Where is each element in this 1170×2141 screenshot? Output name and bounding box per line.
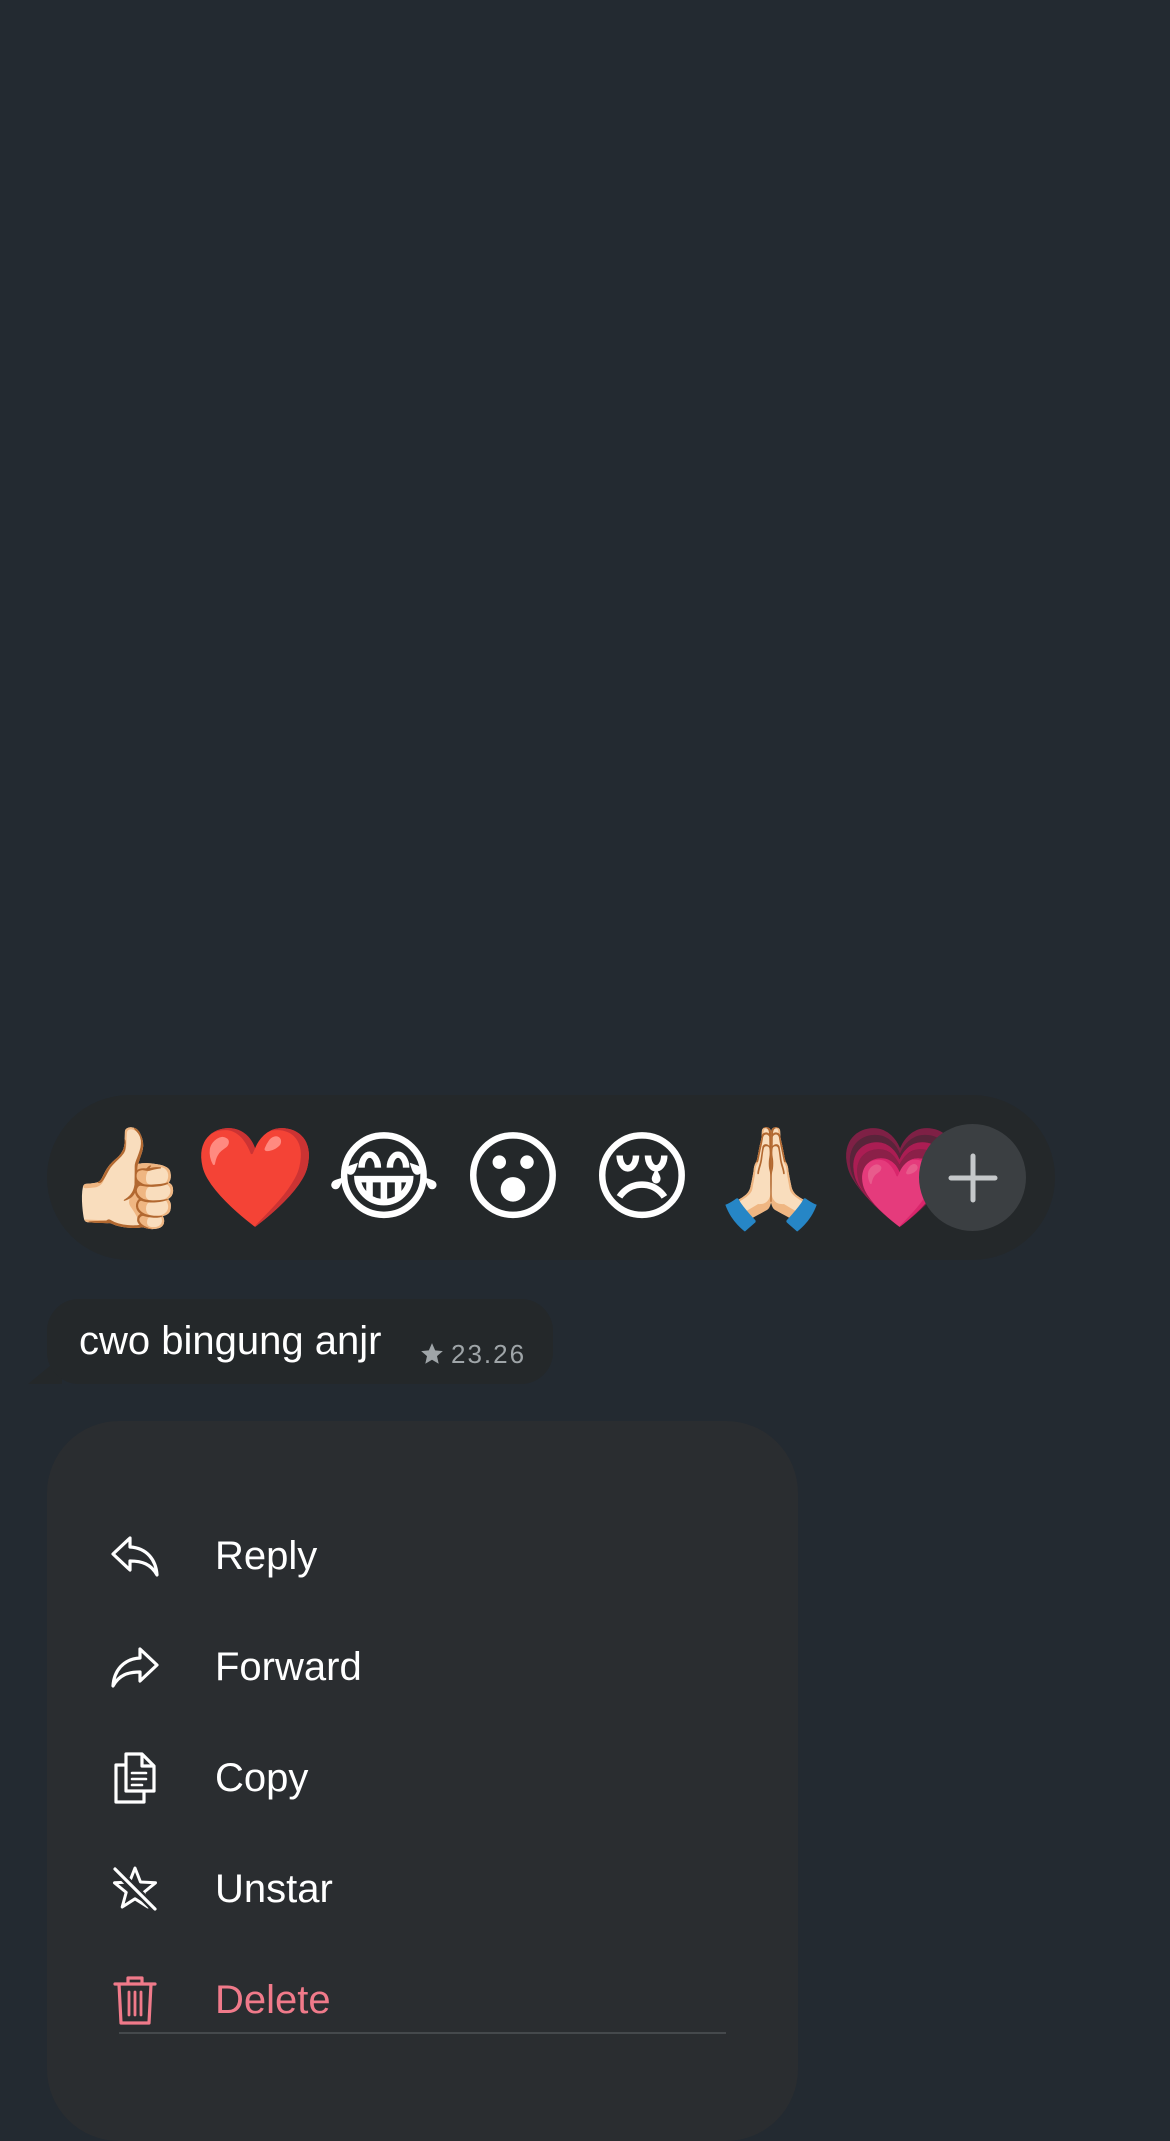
message-meta: 23.26 (419, 1339, 526, 1369)
menu-item-delete[interactable]: Delete (107, 1950, 727, 2050)
menu-item-copy[interactable]: Copy (107, 1728, 727, 1828)
menu-label-copy: Copy (215, 1756, 309, 1800)
menu-label-reply: Reply (215, 1534, 318, 1578)
reaction-laughing[interactable]: 😂 (327, 1095, 442, 1260)
menu-divider (119, 2032, 726, 2034)
copy-icon (107, 1750, 163, 1806)
menu-item-unstar[interactable]: Unstar (107, 1839, 727, 1939)
message-text: cwo bingung anjr (79, 1319, 382, 1363)
unstar-icon (107, 1861, 163, 1917)
reaction-crying[interactable]: 😢 (587, 1095, 697, 1260)
message-bubble[interactable]: cwo bingung anjr 23.26 (47, 1299, 553, 1384)
reaction-thumbs-up[interactable]: 👍🏻 (65, 1095, 187, 1260)
plus-icon (948, 1153, 997, 1202)
reaction-bar: 👍🏻 ❤️ 😂 😮 😢 🙏🏻 💗 (47, 1095, 1055, 1260)
message-time: 23.26 (451, 1339, 527, 1369)
forward-icon (107, 1639, 163, 1695)
menu-label-forward: Forward (215, 1645, 362, 1689)
menu-label-unstar: Unstar (215, 1867, 333, 1911)
star-icon (421, 1343, 443, 1364)
reaction-surprised[interactable]: 😮 (458, 1095, 568, 1260)
menu-item-reply[interactable]: Reply (107, 1506, 727, 1606)
reaction-heart[interactable]: ❤️ (194, 1095, 316, 1260)
reaction-pray[interactable]: 🙏🏻 (710, 1095, 832, 1260)
trash-icon (107, 1972, 163, 2028)
message-context-menu: Reply Forward Copy Unstar Delete (47, 1421, 798, 2141)
more-reactions-button[interactable] (919, 1124, 1026, 1231)
reply-icon (107, 1528, 163, 1584)
menu-item-forward[interactable]: Forward (107, 1617, 727, 1717)
menu-label-delete: Delete (215, 1978, 331, 2022)
